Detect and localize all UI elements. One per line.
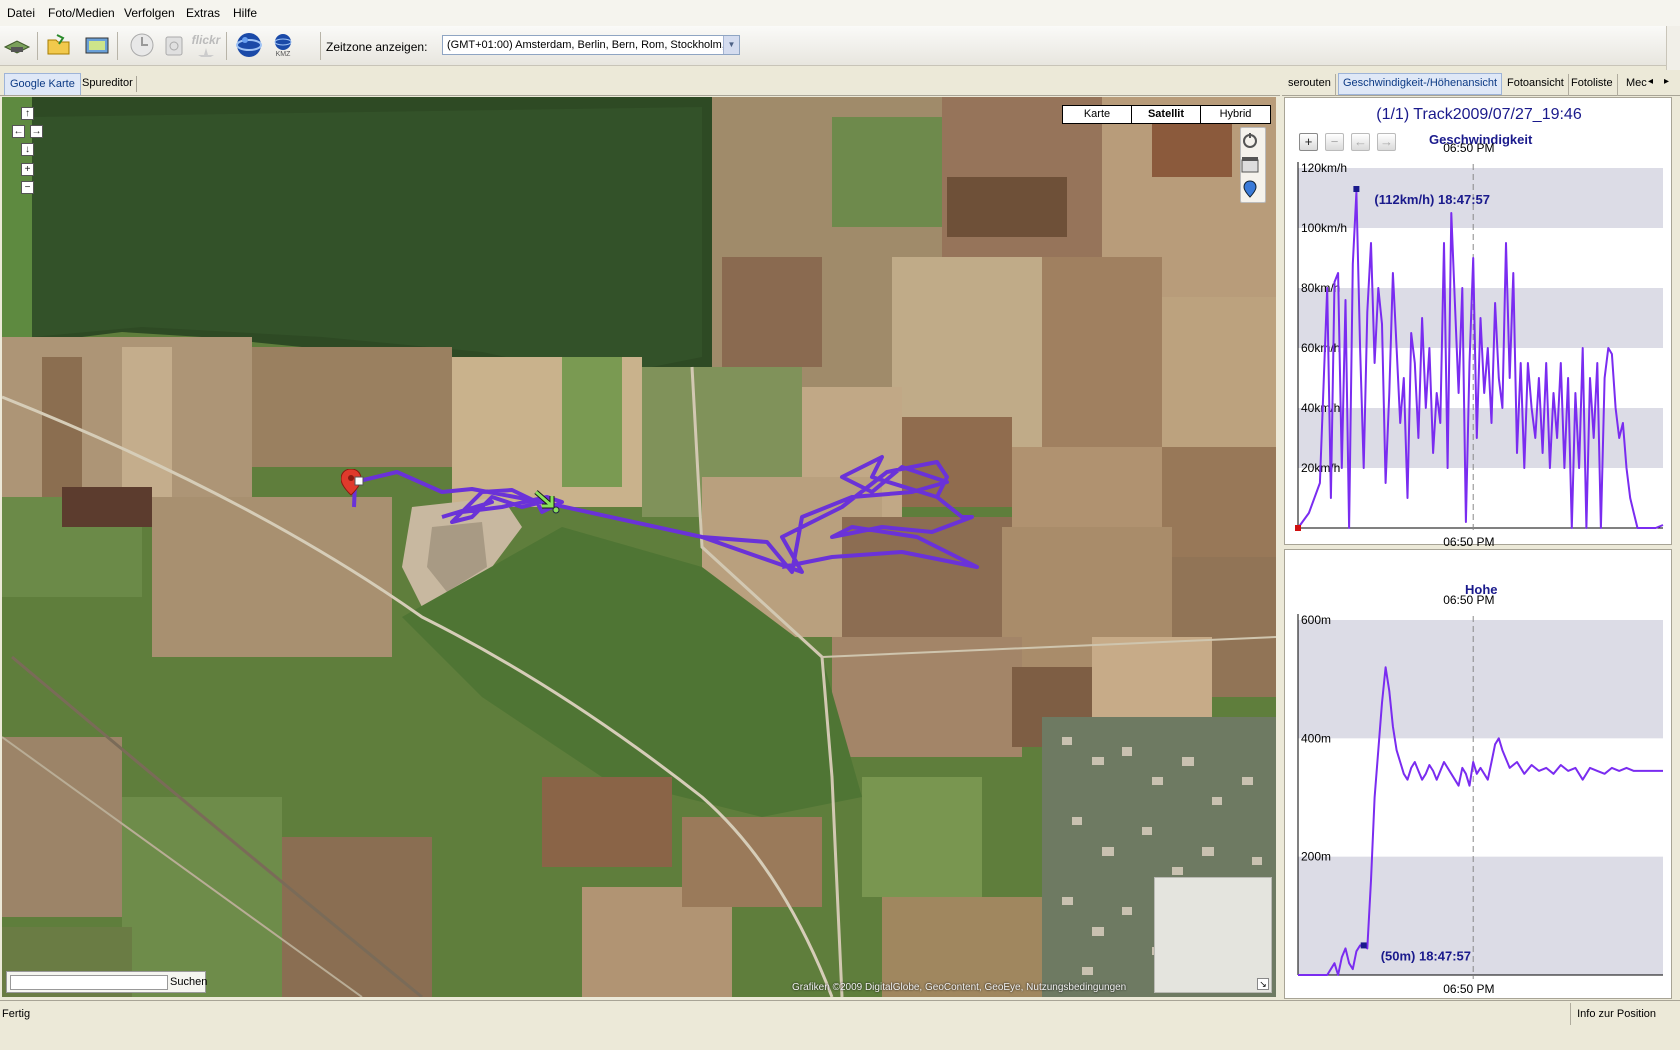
location-pin-icon[interactable]	[1241, 180, 1259, 198]
expand-icon[interactable]: ↘	[1257, 978, 1269, 990]
start-marker-icon[interactable]	[341, 469, 367, 509]
tab-serouten[interactable]: serouten	[1284, 74, 1336, 96]
position-info: Info zur Position	[1577, 1008, 1656, 1020]
kmz-export-button[interactable]: KMZ	[268, 30, 298, 60]
max-speed-marker	[1353, 186, 1360, 192]
y-tick-label: 200m	[1301, 850, 1331, 864]
open-folder-icon	[47, 34, 70, 55]
pan-right-button[interactable]: →	[30, 125, 43, 138]
direction-arrow-icon	[534, 490, 560, 514]
bottom-time-label: 06:50 PM	[1443, 982, 1494, 996]
menu-extras[interactable]: Extras	[186, 6, 220, 20]
tab-speed-altitude[interactable]: Geschwindigkeit-/Höhenansicht	[1338, 73, 1503, 95]
search-input[interactable]	[10, 975, 168, 990]
zoom-out-button[interactable]: −	[21, 181, 34, 194]
map-type-karte[interactable]: Karte	[1063, 106, 1132, 123]
satellite-map[interactable]: ↑ ← → ↓ + − Karte Satellit Hybrid ↘ Graf…	[2, 97, 1276, 997]
satellite-imagery	[2, 97, 1276, 997]
tab-medien[interactable]: Mec	[1622, 74, 1651, 96]
altitude-marker-label: (50m) 18:47:57	[1381, 948, 1471, 963]
map-type-satellit[interactable]: Satellit	[1132, 106, 1201, 123]
left-tab-bar: Google Karte Spureditor	[0, 70, 1280, 96]
overview-map[interactable]: ↘	[1154, 877, 1272, 993]
add-photos-button[interactable]	[82, 30, 112, 60]
gps-device-icon	[3, 40, 31, 54]
max-speed-label: (112km/h) 18:47:57	[1374, 192, 1490, 207]
tab-fotoliste[interactable]: Fotoliste	[1567, 74, 1618, 96]
bottom-time-label: 06:50 PM	[1443, 535, 1494, 546]
tab-google-karte[interactable]: Google Karte	[4, 73, 81, 95]
star-icon	[198, 48, 214, 57]
film-icon[interactable]	[1241, 156, 1259, 174]
speed-chart-panel: (1/1) Track2009/07/27_19:46 + − ← → Gesc…	[1284, 97, 1673, 546]
y-tick-label: 400m	[1301, 731, 1331, 745]
toolbar-separator	[37, 32, 38, 60]
toolbar-separator	[117, 32, 118, 60]
open-folder-button[interactable]	[44, 30, 74, 60]
y-tick-label: 600m	[1301, 613, 1331, 627]
y-tick-label: 120km/h	[1301, 161, 1347, 175]
map-copyright: Grafiken ©2009 DigitalGlobe, GeoContent,…	[792, 982, 1127, 993]
toolbar-separator	[226, 32, 227, 60]
start-marker	[1295, 525, 1301, 531]
altitude-marker	[1360, 942, 1367, 949]
tab-divider	[136, 76, 137, 92]
camera-button[interactable]	[159, 30, 189, 60]
photos-icon	[85, 37, 109, 54]
y-tick-label: 40km/h	[1301, 401, 1340, 415]
earth-icon	[236, 33, 262, 57]
pan-left-button[interactable]: ←	[12, 125, 25, 138]
timezone-select[interactable]: (GMT+01:00) Amsterdam, Berlin, Bern, Rom…	[442, 35, 740, 55]
toolbar: flickr KMZ Zeitzone anzeigen: (GMT+01:00…	[0, 26, 1666, 66]
chart-band	[1298, 856, 1663, 975]
search-button[interactable]: Suchen	[170, 974, 207, 991]
camera-icon	[165, 36, 183, 56]
speed-chart[interactable]: 06:50 PM06:50 PM120km/h100km/h80km/h60km…	[1285, 98, 1673, 546]
tab-scroll-left-icon[interactable]: ◂	[1648, 76, 1653, 87]
altitude-chart[interactable]: 06:50 PM 06:50 PM 600m 400m 200m (50m) 18:47:…	[1285, 550, 1673, 1000]
flickr-button[interactable]: flickr	[191, 30, 221, 60]
menu-foto-medien[interactable]: Foto/Medien	[48, 6, 115, 20]
window-scrollbar[interactable]	[1666, 26, 1680, 70]
map-search: Suchen	[6, 971, 207, 993]
pan-down-button[interactable]: ↓	[21, 143, 34, 156]
timezone-value: (GMT+01:00) Amsterdam, Berlin, Bern, Rom…	[447, 39, 739, 51]
right-tab-bar: serouten Geschwindigkeit-/Höhenansicht F…	[1282, 70, 1680, 96]
refresh-icon[interactable]	[1241, 132, 1259, 150]
top-time-label: 06:50 PM	[1443, 141, 1494, 155]
chart-band	[1298, 620, 1663, 739]
menu-datei[interactable]: Datei	[7, 6, 35, 20]
pan-up-button[interactable]: ↑	[21, 107, 34, 120]
gps-device-button[interactable]	[2, 30, 32, 60]
map-tools	[1240, 127, 1266, 203]
chart-band	[1298, 408, 1663, 468]
map-type-hybrid[interactable]: Hybrid	[1201, 106, 1270, 123]
kmz-earth-icon	[274, 33, 292, 50]
status-bar: Fertig Info zur Position	[0, 1000, 1680, 1026]
zoom-in-button[interactable]: +	[21, 163, 34, 176]
toolbar-separator	[320, 32, 321, 60]
status-text: Fertig	[2, 1008, 31, 1020]
flickr-label: flickr	[191, 33, 221, 47]
google-earth-button[interactable]	[234, 30, 264, 60]
status-divider	[1570, 1003, 1571, 1025]
top-time-label: 06:50 PM	[1443, 593, 1494, 607]
timezone-label: Zeitzone anzeigen:	[326, 40, 428, 54]
map-type-switcher: Karte Satellit Hybrid	[1062, 105, 1271, 124]
menu-hilfe[interactable]: Hilfe	[233, 6, 257, 20]
tab-fotoansicht[interactable]: Fotoansicht	[1503, 74, 1569, 96]
y-tick-label: 100km/h	[1301, 221, 1347, 235]
altitude-chart-panel: Hohe 06:50 PM 06:50 PM 600m 400m 200m (50m) 1…	[1284, 549, 1672, 999]
data-series-line	[1297, 191, 1664, 529]
kmz-label: KMZ	[275, 50, 291, 58]
chevron-down-icon[interactable]: ▼	[723, 36, 739, 54]
tab-scroll-right-icon[interactable]: ▸	[1664, 76, 1669, 87]
clock-icon	[130, 33, 154, 57]
menu-verfolgen[interactable]: Verfolgen	[124, 6, 175, 20]
tab-spureditor[interactable]: Spureditor	[77, 73, 138, 95]
clock-sync-button[interactable]	[127, 30, 157, 60]
menu-bar: Datei Foto/Medien Verfolgen Extras Hilfe	[0, 0, 1680, 26]
